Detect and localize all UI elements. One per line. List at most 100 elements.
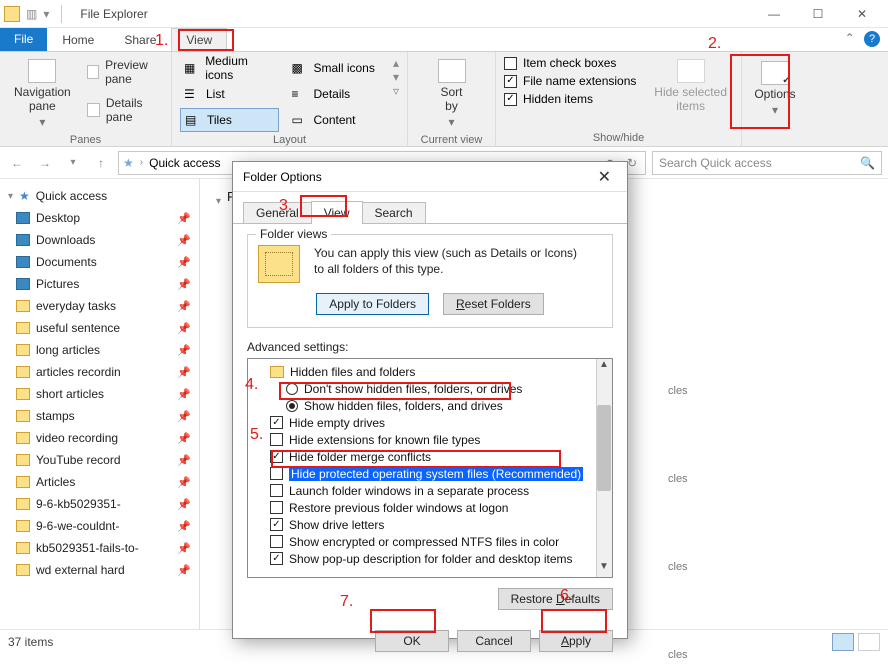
close-button[interactable]: ✕	[840, 0, 884, 28]
tile[interactable]: cles	[668, 643, 868, 667]
sidebar-item[interactable]: everyday tasks📌	[0, 295, 199, 317]
preview-pane-button[interactable]: Preview pane	[83, 56, 163, 88]
cancel-button[interactable]: Cancel	[457, 630, 531, 652]
ok-button[interactable]: OK	[375, 630, 449, 652]
item-checkboxes-toggle[interactable]: Item check boxes	[504, 56, 636, 70]
dialog-tab-general[interactable]: General	[243, 202, 312, 223]
sidebar-item-label: stamps	[36, 409, 75, 423]
scroll-thumb[interactable]	[597, 405, 611, 491]
details-pane-button[interactable]: Details pane	[83, 94, 163, 126]
layout-scroll-down[interactable]: ▾	[393, 70, 399, 84]
tree-row[interactable]: Show pop-up description for folder and d…	[254, 550, 606, 567]
advanced-settings-tree[interactable]: Hidden files and foldersDon't show hidde…	[247, 358, 613, 578]
back-button[interactable]: ←	[6, 152, 28, 174]
checkbox-icon	[504, 75, 517, 88]
forward-button[interactable]: →	[34, 152, 56, 174]
sortby-button[interactable]: Sort by ▾	[432, 56, 472, 132]
tree-row[interactable]: Restore previous folder windows at logon	[254, 499, 606, 516]
sidebar-item[interactable]: YouTube record📌	[0, 449, 199, 471]
sidebar-item[interactable]: 9-6-we-couldnt-📌	[0, 515, 199, 537]
folder-icon	[16, 454, 30, 466]
pin-icon: 📌	[177, 498, 191, 511]
sidebar-item[interactable]: Downloads📌	[0, 229, 199, 251]
sidebar-item[interactable]: kb5029351-fails-to-📌	[0, 537, 199, 559]
qat-item[interactable]: ▾	[43, 7, 49, 21]
sidebar-item[interactable]: video recording📌	[0, 427, 199, 449]
sidebar-item[interactable]: 9-6-kb5029351-📌	[0, 493, 199, 515]
system-folder-icon	[16, 234, 30, 246]
dialog-footer: OK Cancel Apply	[233, 620, 627, 662]
sidebar-item[interactable]: Articles📌	[0, 471, 199, 493]
tree-row[interactable]: Don't show hidden files, folders, or dri…	[254, 380, 606, 397]
checkbox-icon	[504, 93, 517, 106]
ribbon-group-currentview: Sort by ▾ Current view	[408, 52, 496, 146]
tree-row[interactable]: Hide folder merge conflicts	[254, 448, 606, 465]
tree-row[interactable]: Hide protected operating system files (R…	[254, 465, 606, 482]
hide-selected-button[interactable]: Hide selected items	[648, 56, 733, 116]
layout-content[interactable]: ▭Content	[287, 108, 386, 132]
sidebar-item[interactable]: short articles📌	[0, 383, 199, 405]
layout-details[interactable]: ≡Details	[287, 82, 386, 106]
help-icon[interactable]: ?	[864, 31, 880, 47]
checkbox-icon	[270, 501, 283, 514]
apply-to-folders-button[interactable]: Apply to Folders	[316, 293, 429, 315]
file-menu[interactable]: File	[0, 28, 47, 51]
sidebar-item[interactable]: Pictures📌	[0, 273, 199, 295]
up-button[interactable]: ↑	[90, 152, 112, 174]
tree-row[interactable]: Show encrypted or compressed NTFS files …	[254, 533, 606, 550]
sidebar-item[interactable]: Desktop📌	[0, 207, 199, 229]
tab-view[interactable]: View	[171, 28, 227, 51]
tile[interactable]: cles	[668, 467, 868, 491]
tile[interactable]: cles	[668, 379, 868, 403]
sidebar-item[interactable]: articles recordin📌	[0, 361, 199, 383]
recent-button[interactable]: ▾	[62, 152, 84, 174]
sidebar-item[interactable]: Documents📌	[0, 251, 199, 273]
minimize-button[interactable]: —	[752, 0, 796, 28]
tree-row[interactable]: Show drive letters	[254, 516, 606, 533]
dialog-close-button[interactable]: ✕	[592, 165, 617, 189]
checkbox-icon	[270, 518, 283, 531]
tree-row[interactable]: Launch folder windows in a separate proc…	[254, 482, 606, 499]
sidebar-item[interactable]: stamps📌	[0, 405, 199, 427]
tree-row[interactable]: Show hidden files, folders, and drives	[254, 397, 606, 414]
ribbon-collapse-icon[interactable]: ⌃	[845, 31, 855, 45]
sidebar-item[interactable]: long articles📌	[0, 339, 199, 361]
search-box[interactable]: Search Quick access 🔍	[652, 151, 882, 175]
sidebar-item[interactable]: wd external hard📌	[0, 559, 199, 581]
tile[interactable]: cles	[668, 555, 868, 579]
navigation-pane-button[interactable]: Navigation pane ▾	[8, 56, 77, 132]
restore-defaults-button[interactable]: Restore Defaults	[498, 588, 613, 610]
layout-expand[interactable]: ▿	[393, 84, 399, 98]
tab-home[interactable]: Home	[47, 28, 109, 51]
layout-scroll-up[interactable]: ▴	[393, 56, 399, 70]
tree-row[interactable]: Hidden files and folders	[254, 363, 606, 380]
layout-list[interactable]: ☰List	[180, 82, 279, 106]
expand-icon[interactable]: ▾	[216, 196, 221, 207]
folder-icon	[16, 344, 30, 356]
layout-medium-icons[interactable]: ▦Medium icons	[180, 56, 279, 80]
sidebar-root-quickaccess[interactable]: ▾ ★ Quick access	[0, 185, 199, 207]
tree-row[interactable]: Hide extensions for known file types	[254, 431, 606, 448]
apply-button[interactable]: Apply	[539, 630, 613, 652]
qat-item[interactable]: ▥	[26, 7, 37, 21]
options-button[interactable]: ✔ Options ▾	[748, 58, 801, 120]
dialog-tab-search[interactable]: Search	[362, 202, 426, 223]
file-extensions-toggle[interactable]: File name extensions	[504, 74, 636, 88]
scroll-up-icon[interactable]: ▲	[596, 359, 612, 375]
maximize-button[interactable]: ☐	[796, 0, 840, 28]
dialog-tab-view[interactable]: View	[311, 201, 363, 224]
address-text: Quick access	[149, 156, 220, 170]
tree-row[interactable]: Hide empty drives	[254, 414, 606, 431]
tree-row-label: Hide extensions for known file types	[289, 433, 480, 447]
layout-tiles[interactable]: ▤Tiles	[180, 108, 279, 132]
pin-icon: 📌	[177, 542, 191, 555]
folder-icon	[16, 300, 30, 312]
scroll-down-icon[interactable]: ▼	[596, 561, 612, 577]
folder-options-dialog: Folder Options ✕ General View Search Fol…	[232, 161, 628, 639]
tab-share[interactable]: Share	[109, 28, 171, 51]
scrollbar[interactable]: ▲ ▼	[596, 359, 612, 577]
layout-small-icons[interactable]: ▩Small icons	[287, 56, 386, 80]
reset-folders-button[interactable]: Reset Folders	[443, 293, 544, 315]
hidden-items-toggle[interactable]: Hidden items	[504, 92, 636, 106]
sidebar-item[interactable]: useful sentence📌	[0, 317, 199, 339]
